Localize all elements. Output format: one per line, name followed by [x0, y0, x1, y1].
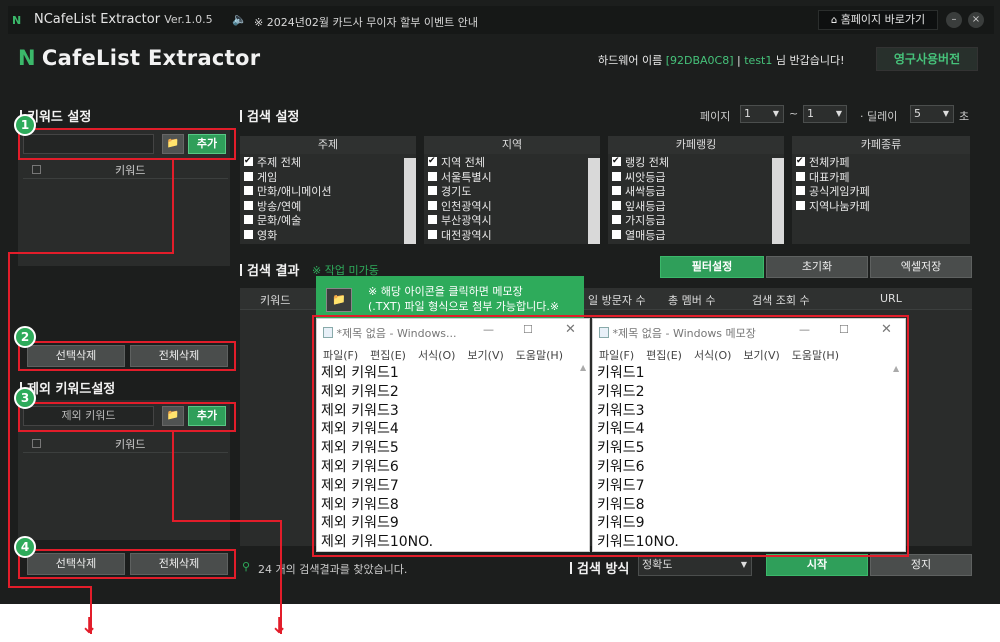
- brand-title: N CafeList Extractor: [18, 46, 261, 70]
- hardware-info: 하드웨어 이름 [92DBA0C8] | test1 님 반갑습니다!: [598, 54, 845, 67]
- step-badge-3: 3: [14, 387, 36, 409]
- filter-checkbox[interactable]: [428, 200, 437, 210]
- filter-checkbox[interactable]: [796, 200, 805, 210]
- filter-option[interactable]: 서울특별시: [428, 171, 600, 186]
- filter-checkbox[interactable]: [796, 186, 805, 195]
- filter-option[interactable]: 영화: [244, 229, 416, 244]
- step-badge-4: 4: [14, 536, 36, 558]
- filter-option[interactable]: 씨앗등급: [612, 171, 784, 186]
- chevron-down-icon: ▼: [740, 560, 747, 569]
- stop-button[interactable]: 정지: [870, 554, 972, 576]
- filter-option[interactable]: 문화/예술: [244, 214, 416, 229]
- start-button[interactable]: 시작: [766, 554, 868, 576]
- filter-option[interactable]: 경기도: [428, 185, 600, 200]
- filter-option[interactable]: 전체카페: [796, 154, 970, 171]
- home-icon: ⌂: [830, 15, 838, 26]
- minimize-icon[interactable]: –: [946, 12, 962, 28]
- delay-label: · 딜레이: [860, 110, 898, 123]
- filter-option[interactable]: 잎새등급: [612, 200, 784, 215]
- filter-checkbox[interactable]: [612, 200, 621, 210]
- filter-checkbox[interactable]: [244, 200, 253, 210]
- excel-save-button[interactable]: 엑셀저장: [870, 256, 972, 278]
- chevron-down-icon: ▼: [835, 109, 842, 118]
- scrollbar[interactable]: [772, 158, 784, 244]
- scrollbar[interactable]: [588, 158, 600, 244]
- filter-checkbox[interactable]: [796, 171, 805, 181]
- step-badge-2: 2: [14, 326, 36, 348]
- search-settings-title: 검색 설정: [240, 106, 299, 125]
- chevron-down-icon: ▼: [942, 109, 949, 118]
- step-badge-1: 1: [14, 114, 36, 136]
- filter-option[interactable]: 인천광역시: [428, 200, 600, 215]
- filter-checkbox[interactable]: [612, 215, 621, 224]
- filter-checkbox[interactable]: [612, 171, 621, 181]
- scrollbar[interactable]: [404, 158, 416, 244]
- filter-option[interactable]: 부산광역시: [428, 214, 600, 229]
- highlight-notepads: [312, 315, 909, 557]
- filter-cafe-type: 카페종류 전체카페대표카페공식게임카페지역나눔카페: [792, 136, 970, 246]
- filter-checkbox[interactable]: [428, 171, 437, 181]
- highlight-exclude-delete: [18, 549, 236, 579]
- filter-option[interactable]: 열매등급: [612, 229, 784, 244]
- search-method-select[interactable]: 정확도 ▼: [638, 556, 752, 576]
- highlight-keyword-input: [18, 128, 236, 160]
- exclude-select-all-checkbox[interactable]: [32, 439, 41, 448]
- chevron-down-icon: ▼: [772, 109, 779, 118]
- filter-checkbox[interactable]: [612, 154, 621, 169]
- filter-checkbox[interactable]: [244, 186, 253, 195]
- filter-checkbox[interactable]: [612, 229, 621, 239]
- exclude-list-header: 키워드: [23, 435, 228, 453]
- filter-checkbox[interactable]: [428, 229, 437, 239]
- keyword-list-header: 키워드: [23, 161, 228, 179]
- filter-checkbox[interactable]: [428, 186, 437, 195]
- speaker-icon: 🔈: [232, 12, 247, 26]
- arrow-down-icon: ↓: [80, 614, 99, 639]
- filter-checkbox[interactable]: [428, 215, 437, 224]
- page-to-select[interactable]: 1 ▼: [803, 105, 847, 123]
- filter-checkbox[interactable]: [428, 154, 437, 169]
- filter-region: 지역 지역 전체서울특별시경기도인천광역시부산광역시대전광역시: [424, 136, 600, 246]
- filter-cafe-ranking: 카페랭킹 랭킹 전체씨앗등급새싹등급잎새등급가지등급열매등급: [608, 136, 784, 246]
- filter-option[interactable]: 주제 전체: [244, 154, 416, 171]
- filter-option[interactable]: 지역 전체: [428, 154, 600, 171]
- filter-checkbox[interactable]: [612, 186, 621, 195]
- filter-option[interactable]: 방송/연예: [244, 200, 416, 215]
- notice-link[interactable]: ※ 2024년02월 카드사 무이자 할부 이벤트 안내: [254, 14, 478, 30]
- folder-icon: 📁: [326, 288, 352, 312]
- filter-option[interactable]: 지역나눔카페: [796, 200, 970, 215]
- filter-subject: 주제 주제 전체게임만화/애니메이션방송/연예문화/예술영화: [240, 136, 416, 246]
- search-method-label: 검색 방식: [570, 558, 629, 577]
- filter-checkbox[interactable]: [244, 154, 253, 169]
- filter-option[interactable]: 랭킹 전체: [612, 154, 784, 171]
- page-from-select[interactable]: 1 ▼: [740, 105, 784, 123]
- search-results-title: 검색 결과: [240, 260, 299, 279]
- filter-option[interactable]: 새싹등급: [612, 185, 784, 200]
- filter-checkbox[interactable]: [244, 171, 253, 181]
- close-icon[interactable]: ×: [968, 12, 984, 28]
- filter-option[interactable]: 대표카페: [796, 171, 970, 186]
- filter-option[interactable]: 대전광역시: [428, 229, 600, 244]
- filter-checkbox[interactable]: [244, 215, 253, 224]
- filter-option[interactable]: 공식게임카페: [796, 185, 970, 200]
- delay-unit: 초: [959, 110, 970, 123]
- license-button[interactable]: 영구사용버전: [876, 47, 978, 71]
- filter-option[interactable]: 가지등급: [612, 214, 784, 229]
- keyword-select-all-checkbox[interactable]: [32, 165, 41, 174]
- page-label: 페이지: [700, 110, 731, 123]
- filter-option[interactable]: 게임: [244, 171, 416, 186]
- filter-settings-button[interactable]: 필터설정: [660, 256, 764, 278]
- delay-select[interactable]: 5 ▼: [910, 105, 954, 123]
- homepage-button[interactable]: ⌂ 홈페이지 바로가기: [818, 10, 938, 30]
- search-icon: ⚲: [242, 560, 251, 573]
- window-title: NCafeList Extractor Ver.1.0.5: [34, 12, 213, 27]
- filter-checkbox[interactable]: [244, 229, 253, 239]
- app-logo-icon: N: [12, 14, 22, 27]
- reset-button[interactable]: 초기화: [766, 256, 868, 278]
- highlight-exclude-input: [18, 402, 236, 432]
- filter-checkbox[interactable]: [796, 154, 805, 169]
- arrow-down-icon: ↓: [270, 614, 289, 639]
- highlight-keyword-delete: [18, 341, 236, 371]
- filter-option[interactable]: 만화/애니메이션: [244, 185, 416, 200]
